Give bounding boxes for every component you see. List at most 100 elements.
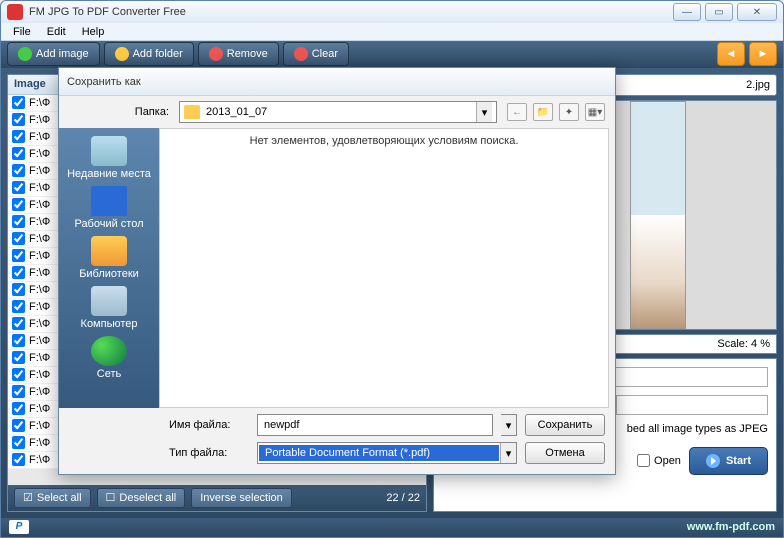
recent-icon [91,136,127,166]
nav-next-button[interactable]: ► [749,42,777,66]
menubar: File Edit Help [1,23,783,41]
folder-plus-icon [115,47,129,61]
row-text: F:\Ф [29,403,50,415]
row-text: F:\Ф [29,284,50,296]
row-checkbox[interactable] [12,147,25,160]
row-checkbox[interactable] [12,300,25,313]
row-text: F:\Ф [29,165,50,177]
row-checkbox[interactable] [12,232,25,245]
row-checkbox[interactable] [12,317,25,330]
row-checkbox[interactable] [12,453,25,466]
row-checkbox[interactable] [12,198,25,211]
row-text: F:\Ф [29,386,50,398]
menu-file[interactable]: File [5,24,39,40]
row-text: F:\Ф [29,437,50,449]
row-checkbox[interactable] [12,436,25,449]
place-network[interactable]: Сеть [91,336,127,380]
row-checkbox[interactable] [12,368,25,381]
row-text: F:\Ф [29,267,50,279]
row-checkbox[interactable] [12,266,25,279]
statusbar: P www.fm-pdf.com [1,518,783,537]
clear-button[interactable]: Clear [283,42,349,66]
menu-help[interactable]: Help [74,24,113,40]
row-text: F:\Ф [29,148,50,160]
close-button[interactable]: ✕ [737,3,777,21]
file-area[interactable]: Нет элементов, удовлетворяющих условиям … [159,128,609,408]
new-folder-icon[interactable]: ✦ [559,103,579,121]
maximize-button[interactable]: ▭ [705,3,733,21]
row-checkbox[interactable] [12,164,25,177]
inverse-selection-button[interactable]: Inverse selection [191,488,292,508]
row-text: F:\Ф [29,114,50,126]
row-text: F:\Ф [29,369,50,381]
file-list-footer: ☑Select all ☐Deselect all Inverse select… [8,485,426,511]
dialog-title: Сохранить как [59,68,615,96]
row-checkbox[interactable] [12,130,25,143]
minus-icon [209,47,223,61]
embed-jpeg-label: bed all image types as JPEG [627,423,768,435]
menu-edit[interactable]: Edit [39,24,74,40]
filetype-value: Portable Document Format (*.pdf) [259,445,499,461]
row-text: F:\Ф [29,352,50,364]
row-text: F:\Ф [29,131,50,143]
row-checkbox[interactable] [12,215,25,228]
keywords-input[interactable] [616,395,768,415]
start-button[interactable]: Start [689,447,768,475]
row-text: F:\Ф [29,199,50,211]
up-folder-icon[interactable]: 📁 [533,103,553,121]
row-checkbox[interactable] [12,351,25,364]
website-link[interactable]: www.fm-pdf.com [687,521,775,533]
row-text: F:\Ф [29,216,50,228]
select-all-button[interactable]: ☑Select all [14,488,91,508]
nav-prev-button[interactable]: ◄ [717,42,745,66]
row-checkbox[interactable] [12,249,25,262]
save-button[interactable]: Сохранить [525,414,605,436]
folder-label: Папка: [69,106,169,118]
row-checkbox[interactable] [12,385,25,398]
titlebar: FM JPG To PDF Converter Free — ▭ ✕ [1,1,783,23]
filename-input[interactable] [257,414,493,436]
row-text: F:\Ф [29,250,50,262]
paypal-icon[interactable]: P [9,520,29,534]
minimize-button[interactable]: — [673,3,701,21]
preview-image [630,101,686,329]
row-checkbox[interactable] [12,334,25,347]
file-count: 22 / 22 [386,492,420,504]
folder-select[interactable]: 2013_01_07 ▾ [179,101,497,123]
cancel-button[interactable]: Отмена [525,442,605,464]
chevron-down-icon: ▾ [500,443,516,463]
row-checkbox[interactable] [12,181,25,194]
row-checkbox[interactable] [12,402,25,415]
filename-label: Имя файла: [169,419,249,431]
filetype-select[interactable]: Portable Document Format (*.pdf) ▾ [257,442,517,464]
remove-button[interactable]: Remove [198,42,279,66]
app-title: FM JPG To PDF Converter Free [29,6,673,18]
deselect-all-button[interactable]: ☐Deselect all [97,488,186,508]
place-desktop[interactable]: Рабочий стол [74,186,143,230]
filename-dropdown-icon[interactable]: ▾ [501,414,517,436]
row-checkbox[interactable] [12,96,25,109]
open-checkbox[interactable] [637,454,650,467]
empty-message: Нет элементов, удовлетворяющих условиям … [166,135,602,147]
place-recent[interactable]: Недавние места [67,136,151,180]
places-bar: Недавние места Рабочий стол Библиотеки К… [59,128,159,408]
row-checkbox[interactable] [12,283,25,296]
row-text: F:\Ф [29,301,50,313]
row-text: F:\Ф [29,335,50,347]
row-text: F:\Ф [29,233,50,245]
place-libraries[interactable]: Библиотеки [79,236,139,280]
x-icon [294,47,308,61]
filetype-label: Тип файла: [169,447,249,459]
folder-icon [184,105,200,119]
row-text: F:\Ф [29,318,50,330]
open-checkbox-row[interactable]: Open [637,454,681,467]
place-computer[interactable]: Компьютер [81,286,138,330]
back-icon[interactable]: ← [507,103,527,121]
view-menu-icon[interactable]: ▦▾ [585,103,605,121]
row-checkbox[interactable] [12,419,25,432]
add-folder-button[interactable]: Add folder [104,42,194,66]
desktop-icon [91,186,127,216]
row-checkbox[interactable] [12,113,25,126]
add-image-button[interactable]: Add image [7,42,100,66]
row-text: F:\Ф [29,454,50,466]
